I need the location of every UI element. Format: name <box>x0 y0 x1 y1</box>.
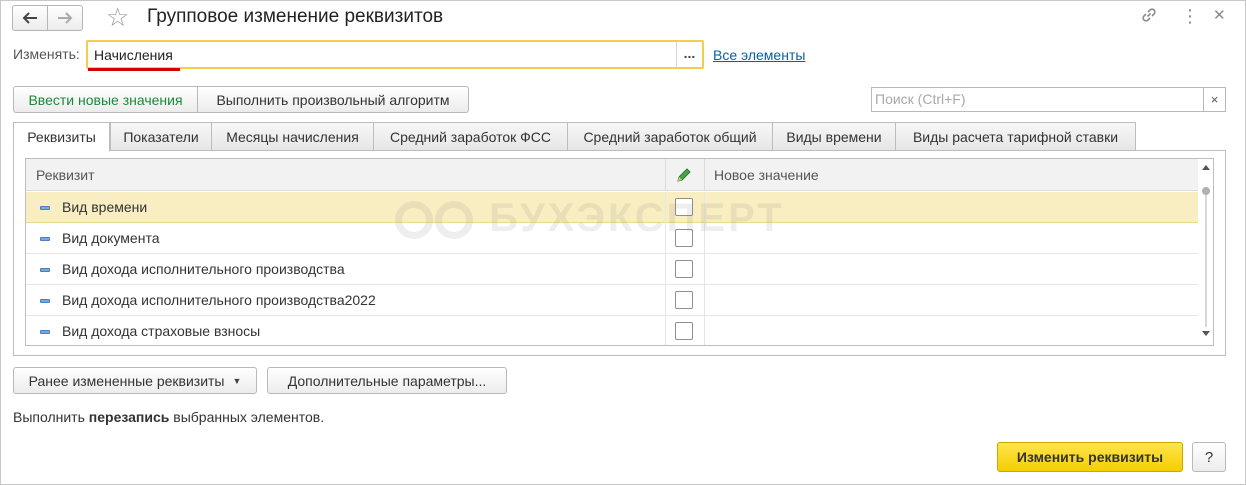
row-attribute-name: Вид дохода исполнительного производства <box>62 261 345 277</box>
arrow-right-icon <box>58 12 73 24</box>
red-underline <box>88 68 180 71</box>
cell-separator <box>704 223 705 254</box>
cell-separator <box>704 192 705 223</box>
dropdown-arrow-icon: ▼ <box>232 375 242 386</box>
tab-attributes[interactable]: Реквизиты <box>13 122 110 152</box>
previously-changed-button[interactable]: Ранее измененные реквизиты ▼ <box>13 367 257 394</box>
attribute-icon <box>40 237 50 241</box>
cell-separator <box>665 254 666 285</box>
extra-params-button[interactable]: Дополнительные параметры... <box>267 367 507 394</box>
table-header: Реквизит Новое значение <box>26 159 1198 191</box>
help-button[interactable]: ? <box>1192 442 1226 472</box>
cell-separator <box>704 316 705 345</box>
row-attribute-name: Вид документа <box>62 230 160 246</box>
row-checkbox[interactable] <box>675 260 693 278</box>
table-row[interactable]: Вид документа <box>26 223 1198 254</box>
scroll-track[interactable] <box>1205 195 1207 327</box>
forward-button[interactable] <box>47 5 83 31</box>
tab-accrual-months[interactable]: Месяцы начисления <box>211 122 374 151</box>
tab-average-earnings-general[interactable]: Средний заработок общий <box>567 122 773 151</box>
cell-separator <box>704 254 705 285</box>
search-clear-button[interactable]: × <box>1203 87 1226 112</box>
search-input[interactable]: Поиск (Ctrl+F) <box>871 87 1204 112</box>
all-elements-link[interactable]: Все элементы <box>713 47 805 63</box>
column-separator <box>704 159 705 191</box>
row-checkbox[interactable] <box>675 198 693 216</box>
scroll-thumb[interactable] <box>1202 187 1210 195</box>
change-field[interactable]: Начисления ... <box>86 40 704 71</box>
row-attribute-name: Вид времени <box>62 199 148 215</box>
table-row[interactable]: Вид дохода исполнительного производства <box>26 254 1198 285</box>
change-field-value: Начисления <box>94 47 173 63</box>
column-header-attribute[interactable]: Реквизит <box>36 167 95 183</box>
table-row[interactable]: Вид дохода страховые взносы <box>26 316 1198 345</box>
cell-separator <box>665 223 666 254</box>
cell-separator <box>665 316 666 345</box>
row-attribute-name: Вид дохода исполнительного производства2… <box>62 292 376 308</box>
back-button[interactable] <box>12 5 48 31</box>
tab-time-types[interactable]: Виды времени <box>772 122 896 151</box>
more-vertical-icon[interactable]: ⋮ <box>1181 6 1199 26</box>
tab-indicators[interactable]: Показатели <box>110 122 212 151</box>
column-separator <box>665 159 666 191</box>
change-label: Изменять: <box>13 46 80 62</box>
cell-separator <box>665 285 666 316</box>
attribute-icon <box>40 330 50 334</box>
tab-tariff-rate-types[interactable]: Виды расчета тарифной ставки <box>895 122 1136 151</box>
window-title: Групповое изменение реквизитов <box>147 6 444 27</box>
row-checkbox[interactable] <box>675 322 693 340</box>
table-row[interactable]: Вид дохода исполнительного производства2… <box>26 285 1198 316</box>
row-checkbox[interactable] <box>675 229 693 247</box>
arrow-left-icon <box>22 12 37 24</box>
scroll-up-icon[interactable] <box>1202 165 1210 170</box>
info-text: Выполнить перезапись выбранных элементов… <box>13 409 325 425</box>
cell-separator <box>665 192 666 223</box>
cell-separator <box>704 285 705 316</box>
select-button[interactable]: ... <box>676 42 702 67</box>
attribute-icon <box>40 206 50 210</box>
apply-changes-button[interactable]: Изменить реквизиты <box>997 442 1183 472</box>
attributes-table: Реквизит Новое значение Вид времени Вид … <box>25 158 1214 346</box>
attribute-icon <box>40 268 50 272</box>
custom-algorithm-button[interactable]: Выполнить произвольный алгоритм <box>197 86 469 113</box>
tab-average-earnings-fss[interactable]: Средний заработок ФСС <box>373 122 568 151</box>
column-header-new-value[interactable]: Новое значение <box>714 167 819 183</box>
link-icon[interactable] <box>1140 6 1158 29</box>
new-values-button[interactable]: Ввести новые значения <box>13 86 198 113</box>
pencil-icon <box>677 168 691 182</box>
row-checkbox[interactable] <box>675 291 693 309</box>
attribute-icon <box>40 299 50 303</box>
scroll-down-icon[interactable] <box>1202 331 1210 336</box>
vertical-scrollbar[interactable] <box>1198 159 1213 345</box>
close-icon[interactable]: ✕ <box>1213 6 1226 26</box>
star-icon[interactable]: ☆ <box>106 2 129 32</box>
previously-changed-label: Ранее измененные реквизиты <box>28 372 225 389</box>
row-attribute-name: Вид дохода страховые взносы <box>62 323 261 339</box>
table-row[interactable]: Вид времени <box>26 192 1198 223</box>
